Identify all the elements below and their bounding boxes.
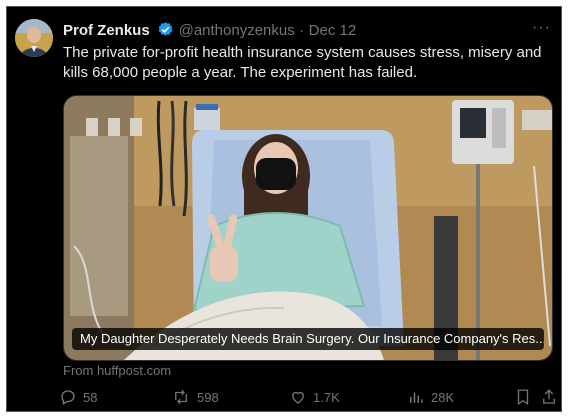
- bookmark-button[interactable]: [515, 387, 531, 407]
- reply-count: 58: [83, 389, 98, 405]
- views-icon: [407, 388, 425, 406]
- views-count: 28K: [431, 389, 455, 405]
- author-name[interactable]: Prof Zenkus: [63, 22, 150, 39]
- share-button[interactable]: [541, 387, 557, 407]
- like-button[interactable]: 1.7K: [289, 387, 340, 407]
- reply-icon: [59, 388, 77, 406]
- post-date[interactable]: Dec 12: [309, 22, 357, 39]
- header-separator: ·: [299, 22, 305, 39]
- like-icon: [289, 388, 307, 406]
- share-icon: [541, 388, 557, 406]
- reply-button[interactable]: 58: [59, 387, 97, 407]
- repost-icon: [171, 388, 191, 406]
- repost-button[interactable]: 598: [171, 387, 219, 407]
- like-count: 1.7K: [313, 389, 340, 405]
- link-card-image[interactable]: My Daughter Desperately Needs Brain Surg…: [63, 95, 553, 361]
- action-bar: 58 598 1.7K 28K: [59, 387, 555, 407]
- tweet-card[interactable]: Prof Zenkus @anthonyzenkus · Dec 12 ··· …: [6, 6, 562, 412]
- repost-count: 598: [197, 389, 219, 405]
- avatar[interactable]: [15, 19, 53, 57]
- views-button[interactable]: 28K: [407, 387, 454, 407]
- author-handle[interactable]: @anthonyzenkus: [179, 22, 295, 39]
- bookmark-icon: [515, 388, 531, 406]
- link-source[interactable]: From huffpost.com: [63, 363, 171, 378]
- tweet-text: The private for-profit health insurance …: [63, 44, 542, 81]
- hospital-photo: [64, 96, 552, 360]
- link-card-headline[interactable]: My Daughter Desperately Needs Brain Surg…: [72, 328, 544, 350]
- more-icon[interactable]: ···: [532, 19, 551, 37]
- tweet-header: Prof Zenkus @anthonyzenkus · Dec 12: [63, 21, 356, 41]
- verified-badge-icon: [157, 21, 174, 43]
